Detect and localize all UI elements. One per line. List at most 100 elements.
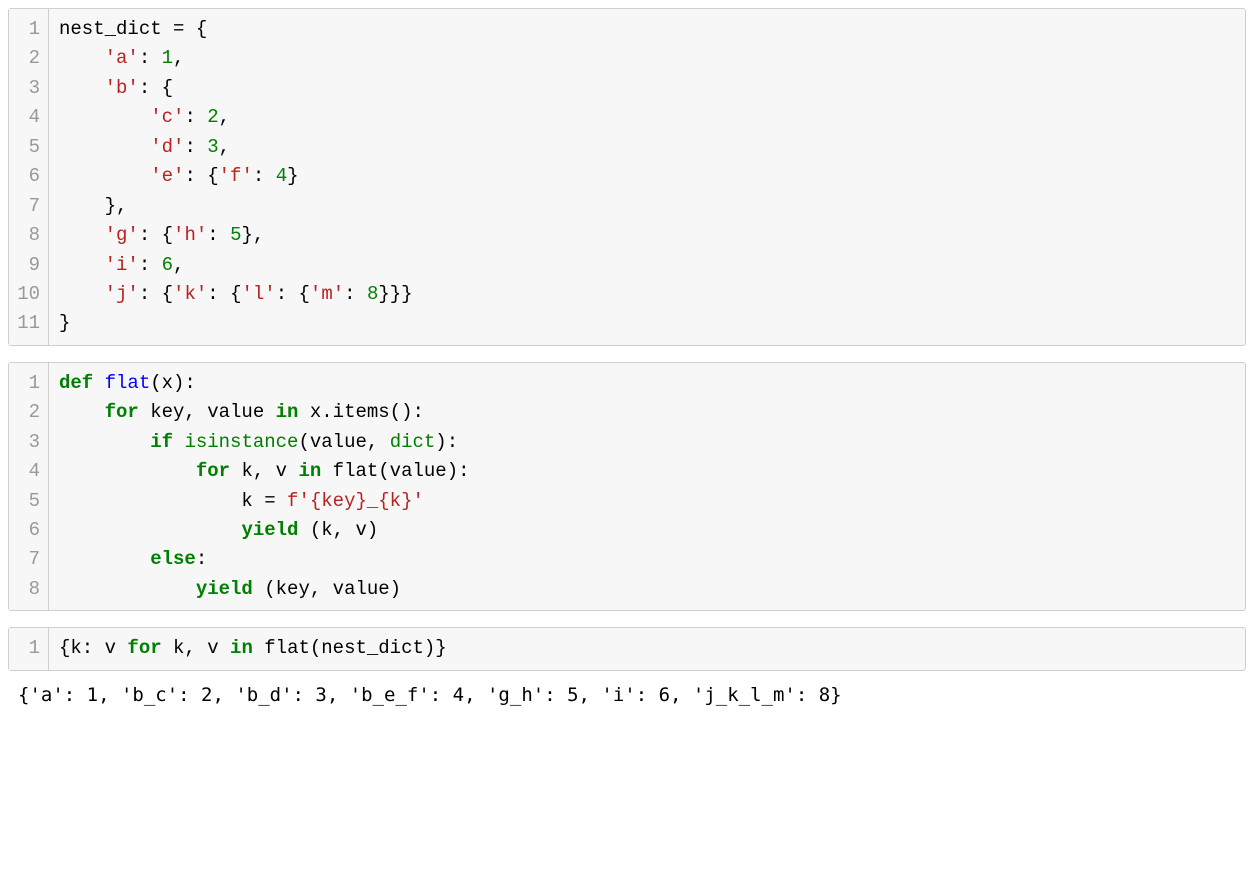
code-token: } [59,312,70,334]
code-token: 'e' [150,165,184,187]
code-content: {k: v for k, v in flat(nest_dict)} [49,628,457,669]
output-text: {'a': 1, 'b_c': 2, 'b_d': 3, 'b_e_f': 4,… [8,681,1246,720]
code-token: f' [287,490,310,512]
code-token: isinstance [184,431,298,453]
code-line: 'b': { [59,74,413,103]
code-token: 'i' [105,254,139,276]
code-token: nest_dict [59,18,173,40]
code-line: }, [59,192,413,221]
code-token: ' [413,490,424,512]
code-line: 'g': {'h': 5}, [59,221,413,250]
code-line: yield (k, v) [59,516,470,545]
code-token [59,283,105,305]
code-token: k, v [173,637,230,659]
code-token [59,136,150,158]
code-token: = [173,18,184,40]
code-token: for [127,637,173,659]
code-token: k [59,490,264,512]
code-cell: 12345678def flat(x): for key, value in x… [8,362,1246,612]
code-token: : [344,283,367,305]
line-number-gutter: 12345678 [9,363,49,611]
code-content: nest_dict = { 'a': 1, 'b': { 'c': 2, 'd'… [49,9,423,345]
code-token [59,165,150,187]
code-token: flat(nest_dict)} [264,637,446,659]
code-token: else [150,548,196,570]
code-token: 5 [230,224,241,246]
code-token: in [230,637,264,659]
code-token [59,519,241,541]
code-token: 'd' [150,136,184,158]
code-token [59,224,105,246]
code-token: 1 [162,47,173,69]
code-line: nest_dict = { [59,15,413,44]
code-token: flat [105,372,151,394]
code-token: def [59,372,105,394]
code-line: k = f'{key}_{k}' [59,487,470,516]
code-token: (key, value) [264,578,401,600]
code-token: k, v [241,460,298,482]
code-content: def flat(x): for key, value in x.items()… [49,363,480,611]
code-token [59,460,196,482]
code-line: } [59,309,413,338]
code-line: 'd': 3, [59,133,413,162]
code-line: {k: v for k, v in flat(nest_dict)} [59,634,447,663]
code-token: 'c' [150,106,184,128]
code-token: : { [184,165,218,187]
code-token [59,401,105,423]
code-token: dict [390,431,436,453]
code-token: = [264,490,275,512]
code-token: 'h' [173,224,207,246]
code-token: 'l' [241,283,275,305]
code-token: : [139,47,162,69]
code-token: }, [241,224,264,246]
code-token: : [253,165,276,187]
code-token: : [184,136,207,158]
code-token: _ [367,490,378,512]
code-token: : { [207,283,241,305]
code-token: : { [139,283,173,305]
code-token: (value, [298,431,389,453]
code-token: 2 [207,106,218,128]
code-token: 4 [276,165,287,187]
code-line: yield (key, value) [59,575,470,604]
code-token: flat(value): [333,460,470,482]
code-token: 6 [162,254,173,276]
code-token: items(): [333,401,424,423]
code-token: }}} [378,283,412,305]
code-cell: 1 {k: v for k, v in flat(nest_dict)} [8,627,1246,670]
code-token: : { [139,224,173,246]
code-token: for [196,460,242,482]
code-token: yield [196,578,264,600]
code-token: x [310,401,321,423]
code-token: , [173,254,184,276]
code-token [59,106,150,128]
code-token: , [173,47,184,69]
code-line: else: [59,545,470,574]
code-token: ): [435,431,458,453]
code-token: 8 [367,283,378,305]
code-token: (x): [150,372,196,394]
code-line: 'i': 6, [59,251,413,280]
code-token: 'k' [173,283,207,305]
code-token: }, [59,195,127,217]
line-number-gutter: 1 [9,628,49,669]
code-token: 'm' [310,283,344,305]
code-token: {key} [310,490,367,512]
code-token: if [150,431,184,453]
code-token: {k} [378,490,412,512]
code-token: in [276,401,310,423]
code-token: , [219,106,230,128]
code-token: for [105,401,151,423]
code-token: 3 [207,136,218,158]
code-cell: 1234567891011nest_dict = { 'a': 1, 'b': … [8,8,1246,346]
code-token: 'f' [219,165,253,187]
code-line: for key, value in x.items(): [59,398,470,427]
code-token: 'j' [105,283,139,305]
code-token: (k, v) [310,519,378,541]
code-token: : [184,106,207,128]
code-token: : { [276,283,310,305]
code-token: { [184,18,207,40]
code-line: 'e': {'f': 4} [59,162,413,191]
code-token [59,254,105,276]
code-token: , [219,136,230,158]
